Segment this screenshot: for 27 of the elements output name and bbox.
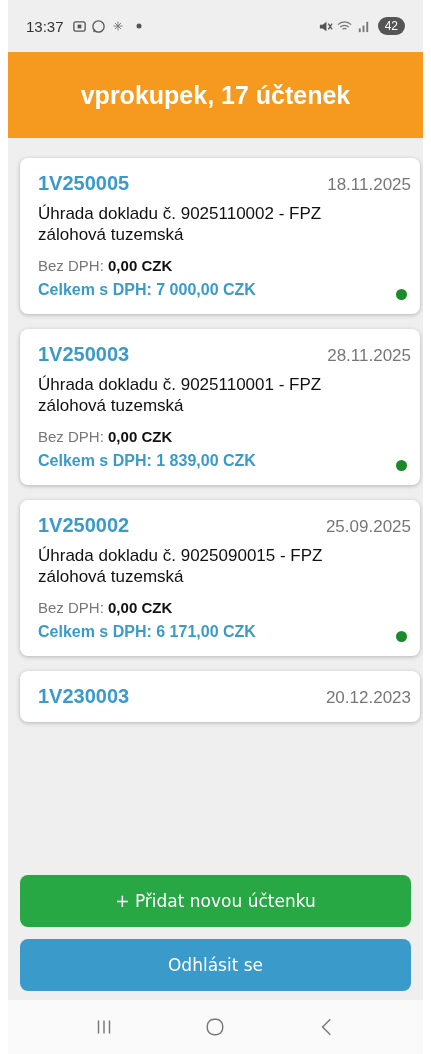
receipt-number: 1V250003: [38, 343, 130, 366]
net-amount: Bez DPH: 0,00 CZK: [38, 257, 174, 274]
receipt-description: Úhrada dokladu č. 9025090015 - FPZ zálohová tuzemská: [38, 545, 324, 587]
receipt-number: 1V250005: [38, 172, 130, 195]
notification-dot-icon: [135, 23, 142, 29]
total-amount: Celkem s DPH: 1 839,00 CZK: [38, 451, 256, 470]
receipt-date: 25.09.2025: [325, 517, 411, 537]
snowflake-icon: [111, 20, 124, 32]
receipt-number: 1V250002: [38, 514, 130, 537]
receipt-description: Úhrada dokladu č. 9025110001 - FPZ zálohová tuzemská: [38, 374, 323, 416]
total-amount: Celkem s DPH: 6 171,00 CZK: [38, 622, 256, 641]
receipt-card[interactable]: 1V250005 18.11.2025 Úhrada dokladu č. 9025110002 - FPZ zálohová tuzemská Bez DPH: 0,00 CZK Celkem s DPH: 7 000,00 CZK: [20, 158, 420, 314]
header-title: vprokupek, 17 účtenek: [80, 80, 351, 110]
total-amount: Celkem s DPH: 7 000,00 CZK: [38, 280, 256, 299]
net-amount: Bez DPH: 0,00 CZK: [38, 428, 174, 445]
receipt-card[interactable]: 1V250003 28.11.2025 Úhrada dokladu č. 9025110001 - FPZ zálohová tuzemská Bez DPH: 0,00 CZK Celkem s DPH: 1 839,00 CZK: [20, 329, 420, 485]
receipt-date: 28.11.2025: [327, 346, 411, 366]
status-time: 13:37: [26, 17, 64, 35]
receipt-description: Úhrada dokladu č. 9025110002 - FPZ zálohová tuzemská: [38, 203, 323, 245]
receipt-date: 20.12.2023: [325, 688, 411, 708]
net-amount: Bez DPH: 0,00 CZK: [38, 599, 174, 616]
receipt-date: 18.11.2025: [327, 175, 411, 195]
receipt-card[interactable]: 1V250002 25.09.2025 Úhrada dokladu č. 9025090015 - FPZ zálohová tuzemská Bez DPH: 0,00 CZK Celkem s DPH: 6 171,00 CZK: [20, 500, 420, 656]
receipt-card[interactable]: 1V230003 20.12.2023: [20, 671, 420, 722]
battery-level: 42: [377, 17, 405, 35]
receipt-number: 1V230003: [38, 685, 130, 708]
screenshot-icon: [71, 18, 87, 34]
